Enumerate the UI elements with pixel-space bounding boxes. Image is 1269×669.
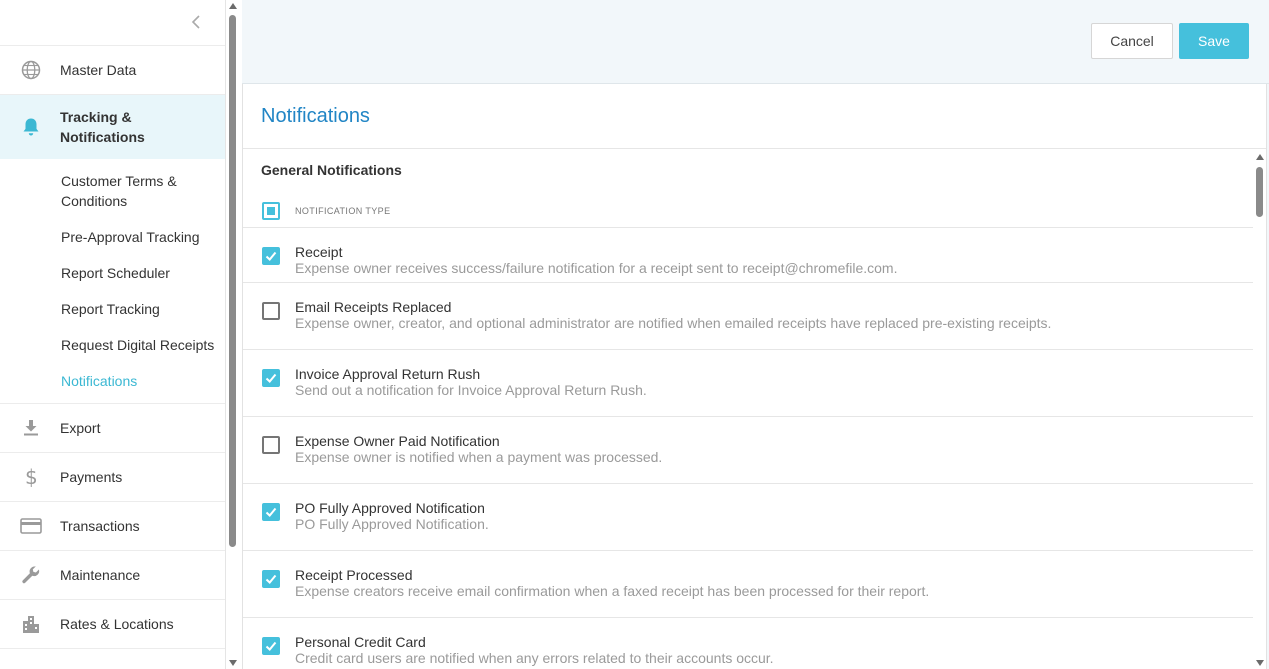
select-all-checkbox[interactable] — [262, 202, 280, 220]
notification-name: Expense Owner Paid Notification — [295, 433, 500, 449]
notification-checkbox[interactable] — [262, 436, 280, 454]
notification-text: Expense Owner Paid Notification Expense o… — [295, 433, 663, 466]
notification-text: Receipt Expense owner receives success/fa… — [295, 244, 898, 277]
notification-checkbox[interactable] — [262, 247, 280, 265]
checkmark-icon — [265, 641, 277, 651]
notification-checkbox[interactable] — [262, 570, 280, 588]
notification-checkbox[interactable] — [262, 503, 280, 521]
checkmark-icon — [265, 574, 277, 584]
scroll-up-arrow-icon[interactable] — [1256, 154, 1264, 160]
notification-checkbox[interactable] — [262, 302, 280, 320]
checkmark-icon — [265, 251, 277, 261]
notification-name: Personal Credit Card — [295, 634, 426, 650]
wrench-icon — [0, 565, 60, 585]
notification-description: Expense owner, creator, and optional adm… — [295, 315, 1052, 331]
sidebar-item-rates-locations[interactable]: Rates & Locations — [0, 600, 225, 649]
notification-row[interactable]: Email Receipts Replaced Expense owner, cr… — [243, 283, 1253, 350]
cancel-button[interactable]: Cancel — [1091, 23, 1173, 59]
sidebar-sub-report-tracking[interactable]: Report Tracking — [0, 291, 225, 327]
column-header-notification-type: NOTIFICATION TYPE — [295, 206, 391, 216]
scrollbar-thumb[interactable] — [1256, 167, 1263, 217]
sidebar-scrollbar[interactable] — [226, 0, 240, 669]
credit-card-icon — [0, 518, 60, 534]
sidebar-item-maintenance[interactable]: Maintenance — [0, 551, 225, 600]
notification-name: Receipt — [295, 244, 343, 260]
sidebar-item-export[interactable]: Export — [0, 404, 225, 453]
scroll-down-arrow-icon[interactable] — [1256, 660, 1264, 666]
notification-row[interactable]: Receipt Processed Expense creators receiv… — [243, 551, 1253, 618]
notification-text: PO Fully Approved Notification PO Fully A… — [295, 500, 489, 533]
sidebar-subnav: Customer Terms & Conditions Pre-Approval… — [0, 159, 225, 404]
notification-row[interactable]: Expense Owner Paid Notification Expense o… — [243, 417, 1253, 484]
download-icon — [0, 419, 60, 437]
chevron-left-icon[interactable] — [189, 12, 203, 32]
sidebar-item-label: Rates & Locations — [60, 616, 174, 632]
tracking-label-line2: Notifications — [60, 129, 145, 145]
sidebar-item-label: Transactions — [60, 518, 140, 534]
sidebar-item-label: Payments — [60, 469, 123, 485]
notification-text: Invoice Approval Return Rush Send out a n… — [295, 366, 647, 399]
checkmark-icon — [265, 373, 277, 383]
notification-name: Receipt Processed — [295, 567, 413, 583]
notification-description: Send out a notification for Invoice Appr… — [295, 382, 647, 398]
sidebar-item-payments[interactable]: $ Payments — [0, 453, 225, 502]
scroll-up-arrow-icon[interactable] — [229, 3, 237, 9]
notification-name: Invoice Approval Return Rush — [295, 366, 481, 382]
sidebar: Master Data Tracking & Notifications Cus… — [0, 0, 226, 669]
sidebar-item-label: Tracking & Notifications — [60, 107, 145, 147]
notification-row[interactable]: Personal Credit Card Credit card users ar… — [243, 618, 1253, 669]
sidebar-item-tracking-notifications[interactable]: Tracking & Notifications — [0, 95, 225, 159]
main-area: Cancel Save Notifications General Notifi… — [242, 0, 1269, 669]
notification-text: Email Receipts Replaced Expense owner, cr… — [295, 299, 1052, 332]
column-header-row: NOTIFICATION TYPE — [243, 195, 1253, 228]
sidebar-collapse-row — [0, 0, 225, 46]
notification-name: PO Fully Approved Notification — [295, 500, 485, 516]
notification-row[interactable]: Invoice Approval Return Rush Send out a n… — [243, 350, 1253, 417]
tracking-label-line1: Tracking & — [60, 109, 132, 125]
page-title: Notifications — [261, 104, 370, 127]
checkmark-icon — [265, 507, 277, 517]
sidebar-item-label: Maintenance — [60, 567, 141, 583]
notification-row[interactable]: Receipt Expense owner receives success/fa… — [243, 228, 1253, 283]
notification-checkbox[interactable] — [262, 369, 280, 387]
notification-description: Credit card users are notified when any … — [295, 650, 774, 666]
sidebar-sub-report-scheduler[interactable]: Report Scheduler — [0, 255, 225, 291]
sidebar-item-master-data[interactable]: Master Data — [0, 46, 225, 95]
sidebar-sub-customer-terms[interactable]: Customer Terms & Conditions — [0, 163, 225, 219]
notification-text: Receipt Processed Expense creators receiv… — [295, 567, 930, 600]
sidebar-item-label: Master Data — [60, 62, 137, 78]
notification-row[interactable]: PO Fully Approved Notification PO Fully A… — [243, 484, 1253, 551]
notification-description: Expense owner receives success/failure n… — [295, 260, 898, 276]
notification-description: PO Fully Approved Notification. — [295, 516, 489, 532]
scrollbar-thumb[interactable] — [229, 15, 236, 547]
notification-checkbox[interactable] — [262, 637, 280, 655]
content-scrollbar[interactable] — [1253, 149, 1268, 669]
globe-icon — [0, 60, 60, 80]
bell-icon — [0, 117, 60, 137]
svg-text:$: $ — [25, 466, 38, 488]
notifications-panel: Notifications General Notifications NOTI… — [242, 84, 1267, 669]
sidebar-item-label: Export — [60, 420, 101, 436]
partial-indicator — [267, 207, 275, 215]
sidebar-sub-notifications[interactable]: Notifications — [0, 363, 225, 399]
action-bar: Cancel Save — [242, 0, 1269, 84]
notification-name: Email Receipts Replaced — [295, 299, 452, 315]
save-button[interactable]: Save — [1179, 23, 1249, 59]
sidebar-sub-pre-approval-tracking[interactable]: Pre-Approval Tracking — [0, 219, 225, 255]
notification-text: Personal Credit Card Credit card users ar… — [295, 634, 774, 667]
notification-list: Receipt Expense owner receives success/fa… — [243, 228, 1253, 669]
sidebar-item-transactions[interactable]: Transactions — [0, 502, 225, 551]
sidebar-sub-request-digital-receipts[interactable]: Request Digital Receipts — [0, 327, 225, 363]
panel-header: Notifications — [243, 84, 1266, 149]
scroll-down-arrow-icon[interactable] — [229, 660, 237, 666]
notification-description: Expense creators receive email confirmat… — [295, 583, 930, 599]
section-title: General Notifications — [261, 162, 402, 178]
notifications-content: General Notifications NOTIFICATION TYPE … — [243, 149, 1253, 669]
building-icon — [0, 614, 60, 634]
notification-description: Expense owner is notified when a payment… — [295, 449, 663, 465]
dollar-icon: $ — [0, 466, 60, 488]
